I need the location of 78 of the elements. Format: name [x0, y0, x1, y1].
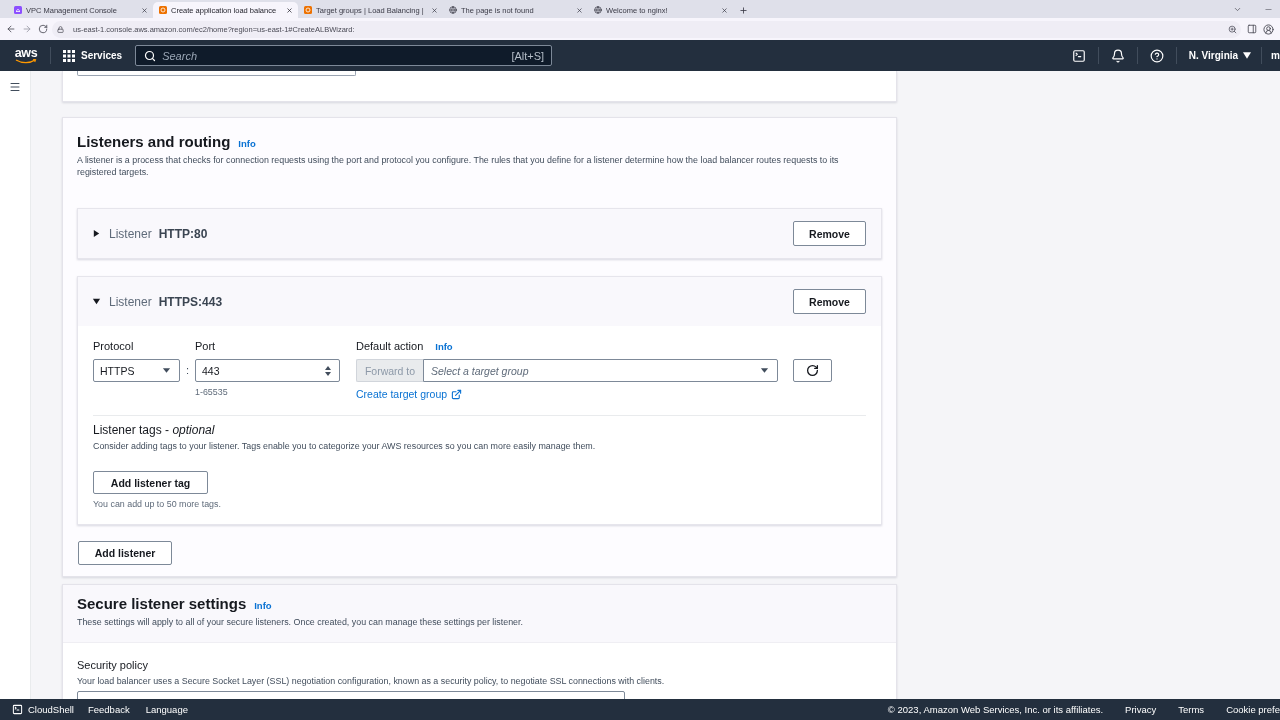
info-link[interactable]: Info	[435, 341, 453, 352]
footer-link[interactable]: Language	[145, 704, 188, 715]
caret-down-icon	[162, 366, 171, 375]
logo-text[interactable]: aws	[14, 47, 38, 59]
field-label: Port	[195, 340, 216, 352]
close-icon[interactable]	[721, 6, 728, 14]
port-input[interactable]: 443	[195, 359, 340, 382]
protocol-select[interactable]: HTTPS	[93, 359, 180, 382]
cloudshell-link[interactable]: CloudShell	[12, 704, 74, 715]
listener-name: HTTPS:443	[158, 294, 223, 309]
tags-title: Listener tags - optional	[93, 423, 216, 437]
copyright-text: © 2023, Amazon Web Services, Inc. or its affiliates.	[887, 704, 1104, 715]
add-listener-tag-button[interactable]: Add listener tag	[93, 471, 208, 494]
keyboard-shortcut: [Alt+S]	[511, 49, 545, 62]
separator-text: :	[184, 363, 191, 378]
section-description: A listener is a process that checks for connection requests using the port and protocol you configure. The rules that you define for a listener determine how the load balancer routes requests to its registered targets.	[77, 154, 840, 178]
back-icon[interactable]	[6, 24, 16, 34]
profile-icon[interactable]	[1263, 23, 1274, 35]
square-logo-icon	[304, 6, 312, 14]
zoom-icon[interactable]	[1228, 24, 1237, 34]
info-link[interactable]: Info	[254, 600, 272, 611]
square-logo-icon	[159, 6, 167, 14]
listener-label: Listener	[109, 226, 152, 241]
spinner-icon[interactable]	[325, 365, 331, 376]
external-link-icon	[451, 388, 463, 400]
field-label: Security policy	[77, 659, 149, 671]
menu-icon[interactable]	[9, 81, 21, 93]
create-target-group-link[interactable]: Create target group	[356, 388, 463, 400]
reload-icon[interactable]	[38, 24, 48, 34]
input-field[interactable]	[77, 71, 356, 76]
close-icon[interactable]	[141, 6, 148, 14]
caret-down-icon	[1243, 52, 1252, 59]
caret-down-icon	[760, 366, 769, 375]
listener-name: HTTP:80	[158, 226, 208, 241]
footer-link[interactable]: Terms	[1178, 704, 1205, 715]
terminal-icon[interactable]	[1071, 48, 1086, 63]
field-description: Your load balancer uses a Secure Socket Layer (SSL) negotiation configuration, known as a security policy, to negotiate SSL connections with clients.	[77, 676, 666, 686]
refresh-icon	[806, 364, 819, 377]
refresh-button[interactable]	[793, 359, 832, 382]
smile-arrow-icon	[15, 58, 37, 64]
section-title: Listeners and routing	[77, 133, 231, 151]
field-label: Protocol	[93, 340, 134, 352]
field-hint: 1-65535	[195, 387, 228, 397]
services-button[interactable]: Services	[63, 44, 123, 67]
caret-down-icon[interactable]	[92, 297, 101, 306]
close-icon[interactable]	[286, 6, 293, 14]
listener-label: Listener	[109, 294, 152, 309]
field-label: Default action	[356, 340, 424, 352]
caret-right-icon[interactable]	[92, 229, 101, 238]
help-icon[interactable]	[1149, 48, 1164, 63]
close-icon[interactable]	[431, 6, 438, 14]
footer-link[interactable]: Cookie prefe	[1226, 704, 1280, 715]
footer-link[interactable]: Privacy	[1125, 704, 1157, 715]
add-listener-button[interactable]: Add listener	[78, 541, 172, 565]
terminal-icon	[12, 704, 23, 715]
section-description: These settings will apply to all of your secure listeners. Once created, you can manage these settings per listener.	[77, 616, 524, 628]
notifications-icon[interactable]	[1110, 48, 1125, 63]
target-group-select[interactable]: Select a target group	[423, 359, 778, 382]
account-menu[interactable]: m	[1262, 50, 1280, 61]
side-panel-icon[interactable]	[1247, 24, 1257, 34]
tags-description: Consider adding tags to your listener. Tags enable you to categorize your AWS resources so you can more easily manage them.	[93, 441, 597, 452]
new-tab-icon[interactable]	[739, 5, 748, 15]
footer-link[interactable]: Feedback	[87, 704, 130, 715]
globe-icon	[594, 6, 602, 14]
remove-button[interactable]: Remove	[793, 289, 866, 314]
square-logo-icon	[14, 6, 22, 14]
section-title: Secure listener settings	[77, 595, 247, 613]
forward-to-label: Forward to	[356, 359, 423, 382]
search-icon	[144, 49, 157, 62]
lock-icon	[57, 25, 64, 33]
grid-icon	[63, 49, 75, 62]
region-selector[interactable]: N. Virginia	[1176, 50, 1262, 61]
info-link[interactable]: Info	[238, 138, 256, 149]
search-field[interactable]: Search [Alt+S]	[135, 45, 553, 66]
tags-hint: You can add up to 50 more tags.	[93, 499, 221, 509]
close-icon[interactable]	[576, 6, 583, 14]
remove-button[interactable]: Remove	[793, 221, 866, 246]
globe-icon	[449, 6, 457, 14]
